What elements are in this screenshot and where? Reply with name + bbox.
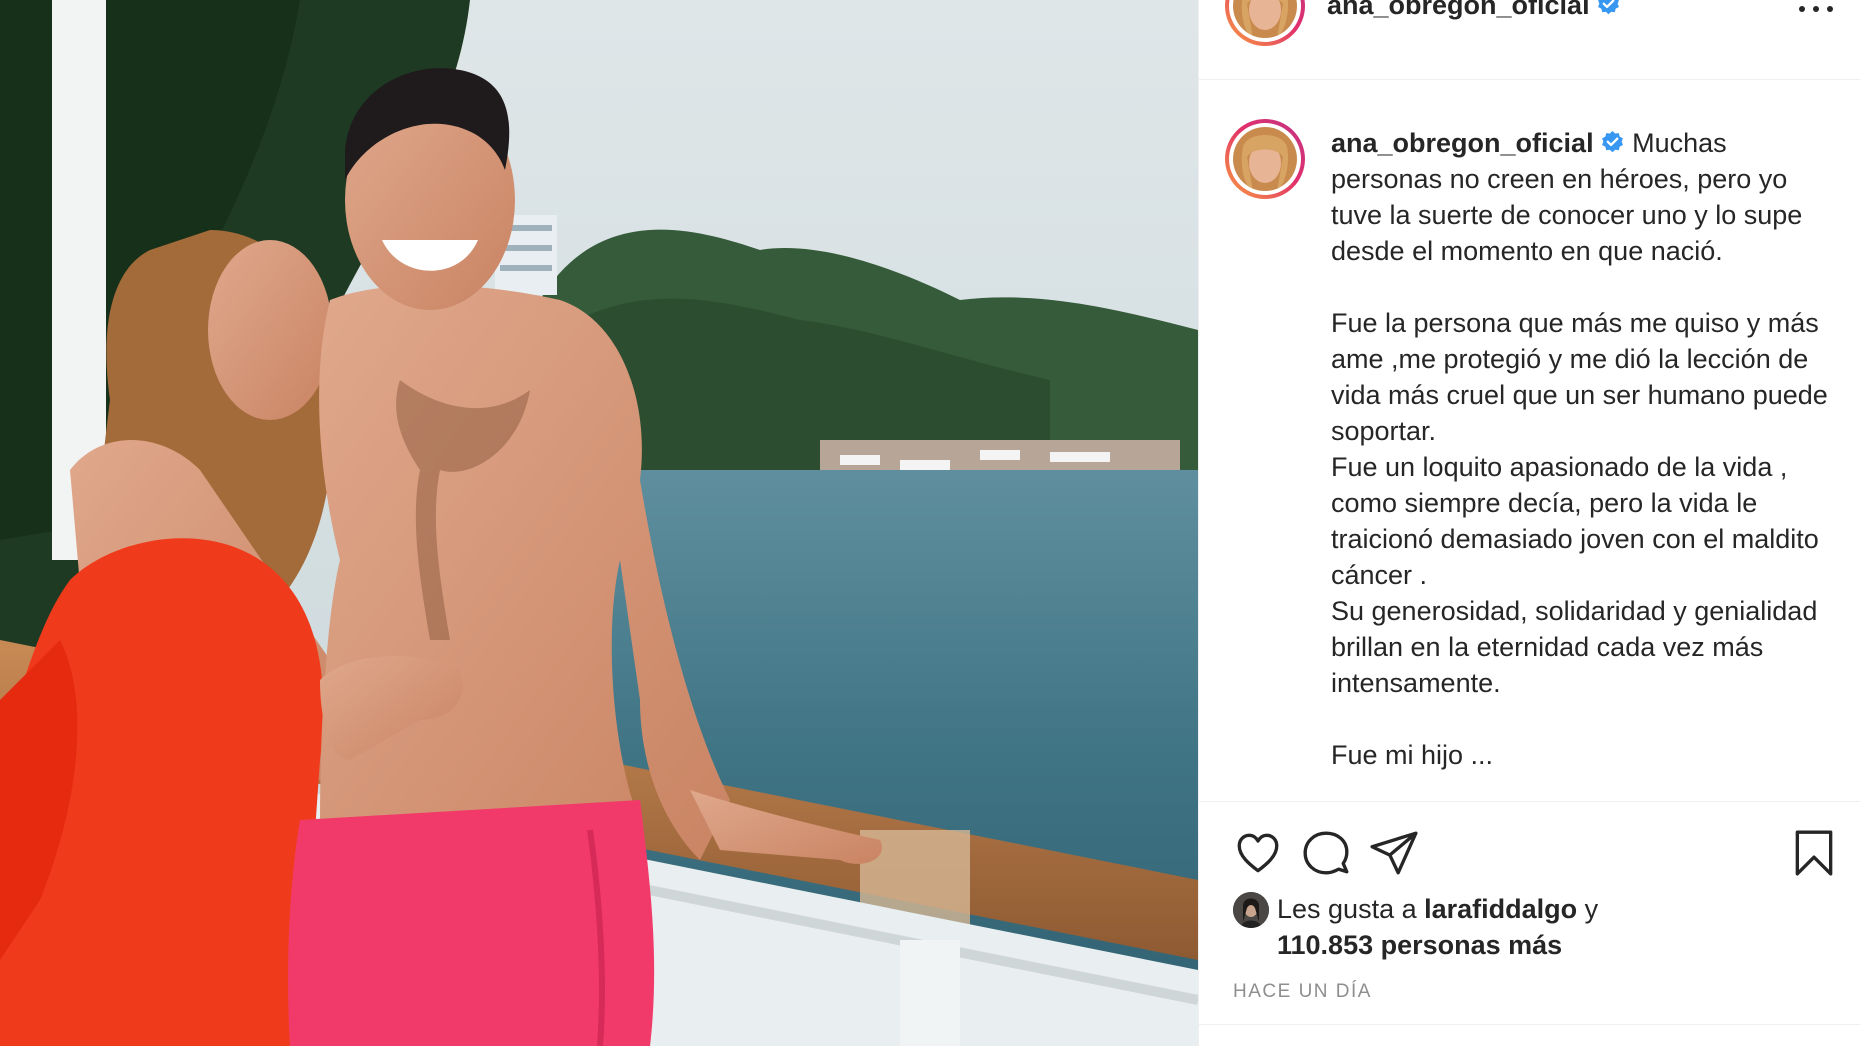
bookmark-icon[interactable]: [1789, 828, 1839, 878]
post-timestamp[interactable]: HACE UN DÍA: [1233, 981, 1372, 1003]
comment-icon[interactable]: [1301, 828, 1351, 878]
post-details-panel: ana_obregon_oficial ana_obregon_oficial: [1198, 0, 1860, 1046]
divider: [1199, 1024, 1860, 1025]
likes-conjunction: y: [1584, 894, 1599, 924]
header-username-text[interactable]: ana_obregon_oficial: [1327, 0, 1590, 20]
likes-count[interactable]: 110.853 personas más: [1277, 926, 1562, 964]
verified-badge-icon: [1597, 0, 1619, 15]
header-username[interactable]: ana_obregon_oficial: [1327, 0, 1621, 20]
post-header: ana_obregon_oficial: [1199, 0, 1860, 80]
action-bar: [1199, 820, 1860, 880]
divider: [1199, 801, 1860, 802]
post-photo-image: [0, 0, 1198, 1046]
likes-summary: Les gusta a larafiddalgo y 110.853 perso…: [1233, 890, 1853, 970]
share-icon[interactable]: [1369, 828, 1419, 878]
avatar-image: [1233, 127, 1297, 191]
liker-avatar[interactable]: [1233, 892, 1269, 928]
caption-username[interactable]: ana_obregon_oficial: [1331, 128, 1594, 158]
header-avatar[interactable]: [1225, 0, 1305, 46]
heart-icon[interactable]: [1233, 828, 1283, 878]
caption-text: Muchas personas no creen en héroes, pero…: [1331, 128, 1828, 770]
verified-badge-icon: [1601, 131, 1623, 153]
likes-line: Les gusta a larafiddalgo y: [1277, 890, 1598, 928]
post-photo[interactable]: [0, 0, 1198, 1046]
liker-username[interactable]: larafiddalgo: [1424, 894, 1577, 924]
liker-avatar-image: [1233, 892, 1269, 928]
caption-avatar[interactable]: [1225, 119, 1305, 199]
caption-area: ana_obregon_oficial Muchas personas no c…: [1199, 81, 1860, 801]
more-options-icon[interactable]: [1799, 0, 1833, 18]
likes-prefix: Les gusta a: [1277, 894, 1417, 924]
post-caption: ana_obregon_oficial Muchas personas no c…: [1331, 125, 1843, 773]
